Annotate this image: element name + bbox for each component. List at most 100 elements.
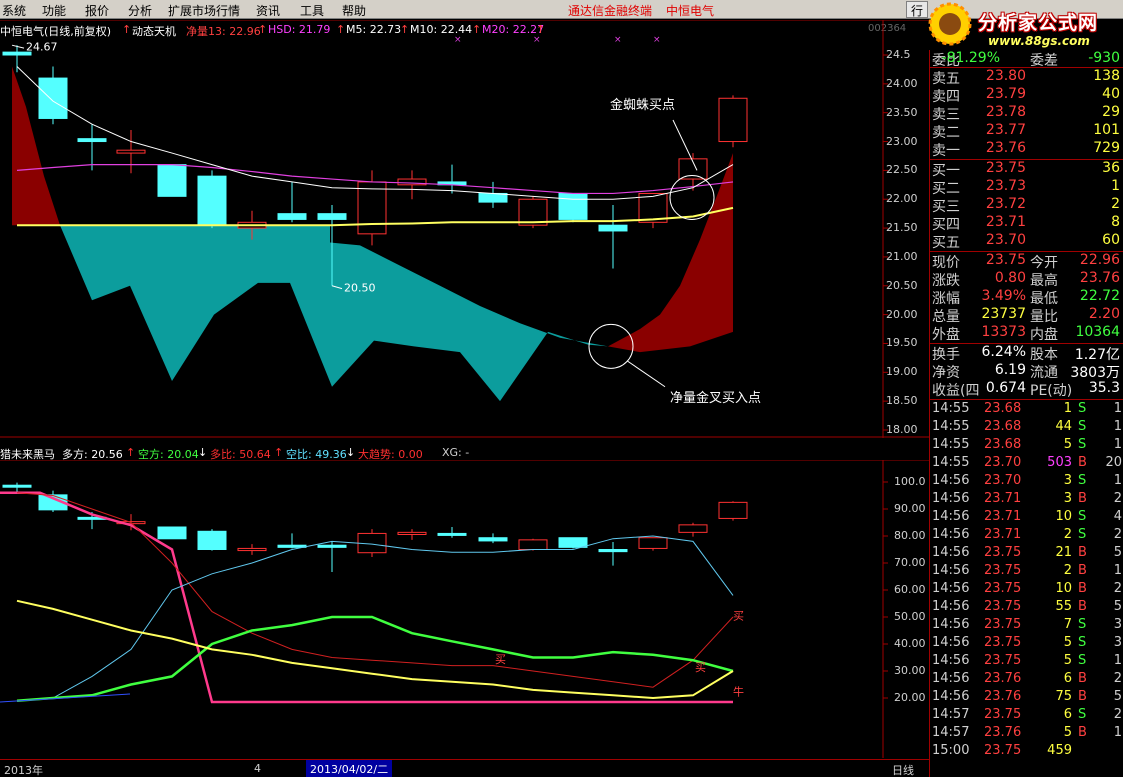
tick-row: 14:56 23.75 5 S 3 xyxy=(930,635,1123,653)
tick-row: 14:56 23.70 3 S 1 xyxy=(930,473,1123,491)
tick-time: 14:56 xyxy=(932,689,970,704)
ind-tick-label: 50.00 xyxy=(894,610,926,623)
candle-body xyxy=(116,149,146,154)
menu-tools[interactable]: 工具 xyxy=(300,2,324,19)
sell-volume: 729 xyxy=(1093,140,1120,156)
signal-x-marker: × xyxy=(614,35,622,45)
mini-candle-body xyxy=(437,532,467,536)
candle-body xyxy=(718,97,748,143)
diff-value: -930 xyxy=(1088,50,1120,66)
tick-volume: 5 xyxy=(1063,635,1072,650)
sell-label: 卖一 xyxy=(932,143,960,159)
signal-x-marker: × xyxy=(533,35,541,45)
indicator-chart[interactable]: 买买买牛 xyxy=(0,460,929,758)
candle-body xyxy=(558,192,588,220)
max-pointer-line xyxy=(11,44,25,49)
tick-count: 2 xyxy=(1113,581,1122,596)
tick-volume: 1 xyxy=(1063,401,1072,416)
y-tick-label: 18.00 xyxy=(886,423,918,436)
menu-extended-market[interactable]: 扩展市场行情 xyxy=(168,2,240,19)
tick-time: 14:56 xyxy=(932,671,970,686)
stat-value: 3.49% xyxy=(981,288,1026,304)
fund-label: 股本 xyxy=(1030,347,1058,363)
main-price-chart[interactable]: 24.67 20.50 金蜘蛛买点净量金叉买入点 × × × × xyxy=(0,20,929,438)
tick-time: 14:56 xyxy=(932,491,970,506)
candle-body xyxy=(277,213,307,220)
fundamental-row: 换手 6.24% 股本 1.27亿 xyxy=(930,344,1123,363)
mini-candle-body xyxy=(237,547,267,552)
ind-tick-label: 20.00 xyxy=(894,691,926,704)
menu-news[interactable]: 资讯 xyxy=(256,2,280,19)
tick-count: 1 xyxy=(1113,473,1122,488)
menu-analysis[interactable]: 分析 xyxy=(128,2,152,19)
tick-side: S xyxy=(1078,437,1087,452)
ma-white-line xyxy=(16,66,734,200)
tick-volume: 459 xyxy=(1047,743,1072,758)
stat-row: 涨跌 0.80 最高 23.76 xyxy=(930,270,1123,289)
sell-price: 23.76 xyxy=(985,140,1026,156)
tick-time: 14:55 xyxy=(932,401,970,416)
mini-candle-body xyxy=(678,524,708,533)
ind-tick-label: 40.00 xyxy=(894,637,926,650)
tick-price: 23.75 xyxy=(984,617,1022,632)
tick-count: 20 xyxy=(1105,455,1122,470)
brand-terminal: 通达信金融终端 xyxy=(568,4,653,18)
buy-volume: 36 xyxy=(1102,160,1120,176)
sell-label: 卖四 xyxy=(932,89,960,105)
stat-value: 22.96 xyxy=(1079,252,1120,268)
buy-label: 买四 xyxy=(932,217,960,233)
y-tick-label: 24.00 xyxy=(886,76,918,90)
down-arrow-icon: ↓ xyxy=(346,446,356,459)
tick-volume: 5 xyxy=(1063,653,1072,668)
tick-price: 23.71 xyxy=(984,527,1022,542)
period-tab[interactable]: 日线 xyxy=(892,762,914,777)
tick-count: 1 xyxy=(1113,419,1122,434)
month-label: 4 xyxy=(254,762,261,775)
tick-time: 14:56 xyxy=(932,599,970,614)
ind-tick-label: 100.0 xyxy=(894,475,926,488)
fund-label: 净资 xyxy=(932,365,960,381)
tick-row: 14:56 23.76 75 B 5 xyxy=(930,689,1123,707)
buy-signal-mark: 牛 xyxy=(733,684,744,698)
spider-buy-circle xyxy=(669,175,715,220)
ind-tick-label: 30.00 xyxy=(894,664,926,677)
ind-tick-label: 80.00 xyxy=(894,529,926,542)
menu-system[interactable]: 系统 xyxy=(2,2,26,19)
menu-quote[interactable]: 报价 xyxy=(85,2,109,19)
watermark-title: 分析家公式网 xyxy=(978,12,1099,34)
stat-row: 外盘 13373 内盘 10364 xyxy=(930,324,1123,343)
tick-row: 14:56 23.71 10 S 4 xyxy=(930,509,1123,527)
mini-candle-body xyxy=(397,531,427,535)
menu-help[interactable]: 帮助 xyxy=(342,2,366,19)
sell-volume: 138 xyxy=(1093,68,1120,84)
stat-value: 23737 xyxy=(981,306,1026,322)
tick-price: 23.71 xyxy=(984,509,1022,524)
sell-level-row: 卖二 23.77 101 xyxy=(930,122,1123,141)
tick-price: 23.76 xyxy=(984,671,1022,686)
sell-label: 卖三 xyxy=(932,107,960,123)
tick-volume: 10 xyxy=(1055,581,1072,596)
fund-value: 0.674 xyxy=(985,380,1026,396)
tick-time: 14:56 xyxy=(932,653,970,668)
fund-value: 3803万 xyxy=(1070,365,1120,381)
ind-tick-label: 70.00 xyxy=(894,556,926,569)
tick-row: 14:56 23.75 21 B 5 xyxy=(930,545,1123,563)
year-label: 2013年 xyxy=(4,764,43,777)
stat-label: 今开 xyxy=(1030,255,1058,271)
mini-candle-body xyxy=(638,537,668,549)
min-price-label: 20.50 xyxy=(344,282,376,295)
tick-price: 23.68 xyxy=(984,419,1022,434)
tick-time: 14:56 xyxy=(932,617,970,632)
fund-value: 6.19 xyxy=(994,362,1026,378)
tick-row: 14:57 23.75 6 S 2 xyxy=(930,707,1123,725)
tick-time: 14:56 xyxy=(932,581,970,596)
buy-label: 买一 xyxy=(932,163,960,179)
stat-value: 2.20 xyxy=(1088,306,1120,322)
sell-label: 卖五 xyxy=(932,71,960,87)
mini-candle-body xyxy=(558,537,588,548)
y-tick-label: 20.00 xyxy=(886,307,918,321)
sell-price: 23.77 xyxy=(985,122,1026,138)
menu-function[interactable]: 功能 xyxy=(42,2,66,19)
spider-buy-annotation: 金蜘蛛买点 xyxy=(610,97,675,113)
tick-row: 14:55 23.70 503 B 20 xyxy=(930,455,1123,473)
